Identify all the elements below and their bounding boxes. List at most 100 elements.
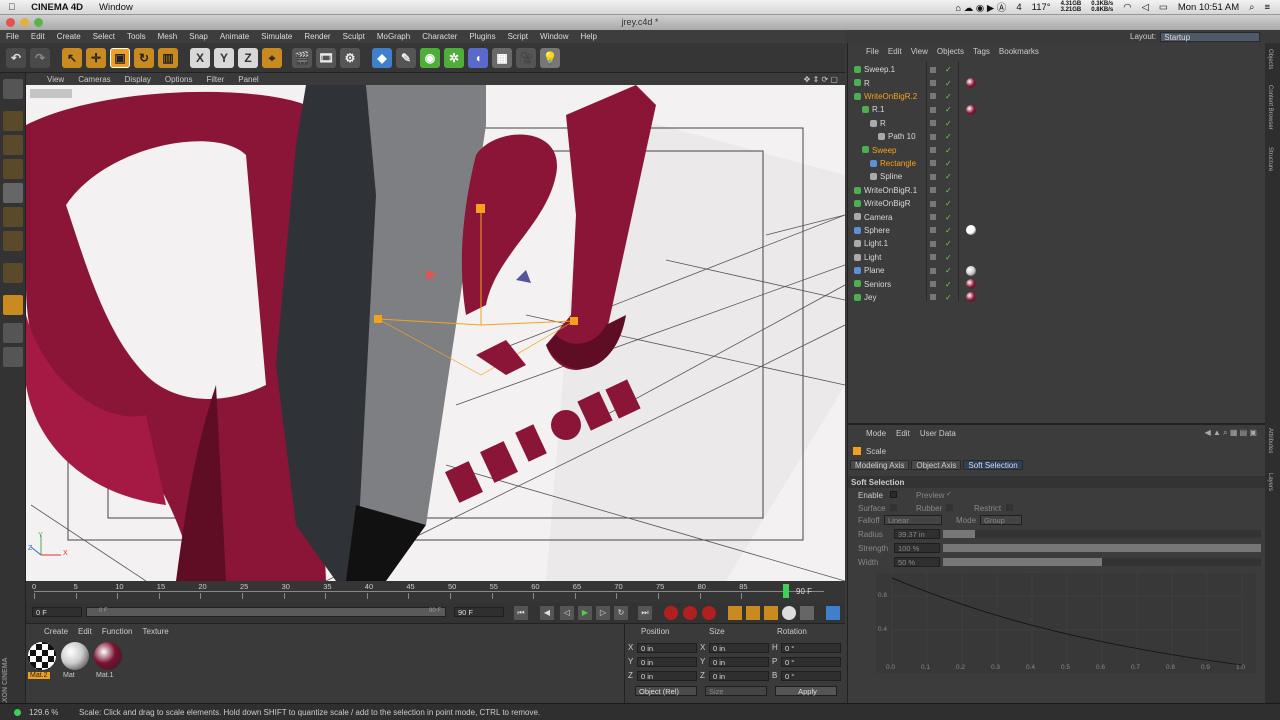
material-swatch[interactable] — [94, 642, 122, 670]
material-menu-texture[interactable]: Texture — [143, 627, 169, 636]
object-row[interactable]: Spline ✓ — [848, 170, 1266, 183]
strength-slider[interactable] — [943, 544, 1261, 552]
tab-modeling-axis[interactable]: Modeling Axis — [850, 460, 910, 470]
position-field[interactable]: 0 in — [637, 657, 697, 667]
material-swatch[interactable] — [28, 642, 56, 670]
redo-icon[interactable]: ↷ — [30, 48, 50, 68]
points-mode-icon[interactable] — [3, 183, 23, 203]
cube-icon[interactable]: ◆ — [372, 48, 392, 68]
key-rotation-icon[interactable] — [764, 606, 778, 620]
timeline-playhead[interactable] — [783, 584, 789, 598]
preview-checkbox[interactable]: ✓ — [946, 490, 952, 498]
record-keys-icon[interactable] — [664, 606, 678, 620]
material-tag-icon[interactable] — [966, 279, 976, 290]
object-row[interactable]: Jey ✓ — [848, 291, 1266, 304]
play-icon[interactable]: ▶ — [578, 606, 592, 620]
enabled-check-icon[interactable]: ✓ — [945, 79, 952, 88]
sculpt-icon[interactable] — [3, 347, 23, 367]
falloff-dropdown[interactable]: Linear — [884, 515, 942, 525]
enabled-check-icon[interactable]: ✓ — [945, 132, 952, 141]
menu-select[interactable]: Select — [87, 32, 121, 41]
enabled-check-icon[interactable]: ✓ — [945, 239, 952, 248]
enabled-check-icon[interactable]: ✓ — [945, 293, 952, 302]
enabled-check-icon[interactable]: ✓ — [945, 159, 952, 168]
visibility-toggle[interactable] — [930, 66, 936, 73]
lock-z-button[interactable]: Z — [238, 48, 258, 68]
rotation-field[interactable]: 0 ° — [781, 671, 841, 681]
attr-nav-icons[interactable]: ◀ ▲ ⌕ ▦ ▤ ▣ — [1205, 428, 1257, 438]
viewport-menu-panel[interactable]: Panel — [231, 75, 265, 84]
object-menu-edit[interactable]: Edit — [888, 47, 902, 56]
viewport-menu-view[interactable]: View — [40, 75, 71, 84]
enabled-check-icon[interactable]: ✓ — [945, 226, 952, 235]
enabled-check-icon[interactable]: ✓ — [945, 172, 952, 181]
apply-button[interactable]: Apply — [775, 686, 837, 696]
enable-checkbox[interactable] — [890, 491, 897, 498]
object-menu-bookmarks[interactable]: Bookmarks — [999, 47, 1039, 56]
battery-icon[interactable]: ▭ — [1159, 2, 1168, 13]
visibility-toggle[interactable] — [930, 227, 936, 234]
object-row[interactable]: Sphere ✓ — [848, 224, 1266, 237]
size-field[interactable]: 0 in — [709, 671, 769, 681]
mode-dropdown[interactable]: Group — [980, 515, 1022, 525]
menu-tools[interactable]: Tools — [121, 32, 152, 41]
enabled-check-icon[interactable]: ✓ — [945, 199, 952, 208]
visibility-toggle[interactable] — [930, 214, 936, 221]
enabled-check-icon[interactable]: ✓ — [945, 105, 952, 114]
visibility-toggle[interactable] — [930, 173, 936, 180]
size-field[interactable]: 0 in — [709, 657, 769, 667]
visibility-toggle[interactable] — [930, 254, 936, 261]
object-row[interactable]: WriteOnBigR ✓ — [848, 197, 1266, 210]
volume-icon[interactable]: ◁ — [1142, 2, 1149, 13]
3d-viewport[interactable]: Y Z X — [26, 85, 845, 581]
tab-soft-selection[interactable]: Soft Selection — [963, 460, 1023, 470]
undo-icon[interactable]: ↶ — [6, 48, 26, 68]
move-icon[interactable]: ✛ — [86, 48, 106, 68]
coordinate-system-icon[interactable]: ⌖ — [262, 48, 282, 68]
axis-mode-icon[interactable] — [3, 263, 23, 283]
tab-structure-vertical[interactable]: Structure — [1267, 147, 1273, 171]
rotation-field[interactable]: 0 ° — [781, 657, 841, 667]
menu-window[interactable]: Window — [534, 32, 574, 41]
menu-file[interactable]: File — [0, 32, 25, 41]
visibility-toggle[interactable] — [930, 294, 936, 301]
notification-icon[interactable]: ≡ — [1264, 2, 1270, 13]
radius-slider[interactable] — [943, 530, 1261, 538]
preview-range-slider[interactable]: 0 F 90 F — [86, 607, 446, 617]
lock-x-button[interactable]: X — [190, 48, 210, 68]
visibility-toggle[interactable] — [930, 281, 936, 288]
material-tag-icon[interactable] — [966, 292, 976, 303]
object-row[interactable]: R ✓ — [848, 117, 1266, 130]
enabled-check-icon[interactable]: ✓ — [945, 65, 952, 74]
tab-attributes-vertical[interactable]: Attributes — [1267, 428, 1273, 453]
spotlight-icon[interactable]: ⌕ — [1249, 2, 1254, 13]
object-row[interactable]: WriteOnBigR.1 ✓ — [848, 184, 1266, 197]
visibility-toggle[interactable] — [930, 93, 936, 100]
object-row[interactable]: Rectangle ✓ — [848, 157, 1266, 170]
viewport-menu-cameras[interactable]: Cameras — [71, 75, 117, 84]
visibility-toggle[interactable] — [930, 133, 936, 140]
object-row[interactable]: R.1 ✓ — [848, 103, 1266, 116]
material-tag-icon[interactable] — [966, 78, 976, 89]
render-picture-viewer-icon[interactable]: 🎞 — [316, 48, 336, 68]
viewport-menu-filter[interactable]: Filter — [199, 75, 231, 84]
recent-tool-icon[interactable]: ▥ — [158, 48, 178, 68]
tab-objects-vertical[interactable]: Objects — [1267, 49, 1273, 69]
enabled-check-icon[interactable]: ✓ — [945, 253, 952, 262]
enabled-check-icon[interactable]: ✓ — [945, 280, 952, 289]
material-tag-icon[interactable] — [966, 225, 976, 236]
enabled-check-icon[interactable]: ✓ — [945, 146, 952, 155]
size-field[interactable]: 0 in — [709, 643, 769, 653]
polygons-mode-icon[interactable] — [3, 231, 23, 251]
floor-icon[interactable]: ▦ — [492, 48, 512, 68]
key-position-icon[interactable] — [728, 606, 742, 620]
position-field[interactable]: 0 in — [637, 643, 697, 653]
go-to-end-icon[interactable]: ⏭ — [638, 606, 652, 620]
lock-y-button[interactable]: Y — [214, 48, 234, 68]
object-row[interactable]: Seniors ✓ — [848, 277, 1266, 290]
object-row[interactable]: Camera ✓ — [848, 210, 1266, 223]
visibility-toggle[interactable] — [930, 147, 936, 154]
falloff-graph[interactable]: 0.8 0.4 0.0 0.1 0.2 0.3 0.4 0.5 0.6 0.7 0.8 0.9 1.0 — [876, 573, 1256, 673]
object-menu-objects[interactable]: Objects — [937, 47, 964, 56]
render-settings-icon[interactable]: ⚙ — [340, 48, 360, 68]
